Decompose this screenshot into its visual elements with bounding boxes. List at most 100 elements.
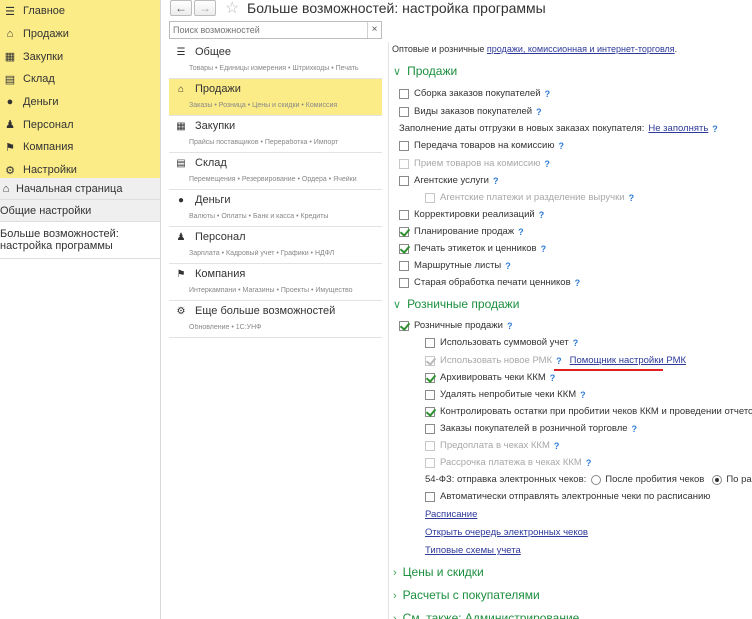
checkbox[interactable] [399, 277, 409, 288]
help-icon[interactable]: ? [558, 141, 564, 151]
checkbox[interactable] [425, 423, 435, 434]
section-company[interactable]: ⚑ Компания Интеркампани • Магазины • Прое… [169, 264, 382, 301]
checkbox[interactable] [399, 175, 409, 186]
checkbox[interactable] [399, 226, 409, 237]
section-purchases[interactable]: ▦ Закупки Прайсы поставщиков • Переработк… [169, 116, 382, 153]
checkbox[interactable] [425, 372, 435, 383]
option-row[interactable]: Корректировки реализаций? [399, 209, 544, 220]
help-icon[interactable]: ? [554, 441, 560, 451]
checkbox[interactable] [425, 491, 435, 502]
checkbox[interactable] [399, 209, 409, 220]
templates-link[interactable]: Типовые схемы учета [425, 545, 521, 556]
nav-item-sales[interactable]: ⌂ Продажи [0, 23, 160, 46]
help-icon[interactable]: ? [507, 321, 513, 331]
option-row[interactable]: Использовать новое РМК? Помощник настройк… [425, 355, 686, 366]
help-icon[interactable]: ? [575, 278, 581, 288]
favorite-star-icon[interactable]: ☆ [225, 0, 239, 18]
option-row[interactable]: Контролировать остатки при пробитии чеко… [425, 406, 752, 417]
help-icon[interactable]: ? [712, 124, 718, 134]
option-row[interactable]: Передача товаров на комиссию? [399, 140, 564, 151]
checkbox[interactable] [399, 106, 409, 117]
option-row[interactable]: Старая обработка печати ценников? [399, 277, 580, 288]
option-row[interactable]: Виды заказов покупателей? [399, 106, 542, 117]
option-row[interactable]: Агентские услуги? [399, 175, 498, 186]
radio-by-schedule[interactable] [712, 474, 723, 485]
nav-general-settings[interactable]: Общие настройки [0, 200, 160, 222]
nav-item-money[interactable]: ● Деньги [0, 91, 160, 114]
checkbox[interactable] [425, 406, 435, 417]
help-icon[interactable]: ? [536, 107, 542, 117]
checkbox[interactable] [399, 158, 409, 169]
option-row[interactable]: Архивировать чеки ККМ? [425, 372, 555, 383]
help-icon[interactable]: ? [573, 338, 579, 348]
help-icon[interactable]: ? [632, 424, 638, 434]
queue-link[interactable]: Открыть очередь электронных чеков [425, 527, 588, 538]
help-icon[interactable]: ? [541, 244, 547, 254]
option-row[interactable]: Прием товаров на комиссию? [399, 158, 550, 169]
section-personnel[interactable]: ♟ Персонал Зарплата • Кадровый учет • Гра… [169, 227, 382, 264]
shipping-date-value[interactable]: Не заполнять [648, 123, 708, 134]
help-icon[interactable]: ? [505, 261, 511, 271]
help-icon[interactable]: ? [586, 458, 592, 468]
help-icon[interactable]: ? [556, 356, 562, 366]
nav-current-page[interactable]: Больше возможностей: настройка программы [0, 222, 160, 259]
checkbox[interactable] [399, 140, 409, 151]
schedule-link[interactable]: Расписание [425, 509, 477, 520]
help-icon[interactable]: ? [550, 373, 556, 383]
nav-item-warehouse[interactable]: ▤ Склад [0, 68, 160, 91]
option-row[interactable]: Предоплата в чеках ККМ? [425, 440, 559, 451]
intro-link[interactable]: продажи, комиссионная и интернет-торговл… [487, 44, 675, 54]
checkbox[interactable] [425, 440, 435, 451]
group-prices[interactable]: › Цены и скидки [393, 565, 484, 579]
option-row[interactable]: Удалять непробитые чеки ККМ? [425, 389, 586, 400]
section-sales[interactable]: ⌂ Продажи Заказы • Розница • Цены и скидк… [169, 79, 382, 116]
nav-item-purchases[interactable]: ▦ Закупки [0, 45, 160, 68]
option-row[interactable]: Агентские платежи и разделение выручки? [425, 192, 634, 203]
group-retail[interactable]: ∨ Розничные продажи [393, 297, 519, 311]
option-row[interactable]: Сборка заказов покупателей? [399, 88, 550, 99]
section-money[interactable]: ● Деньги Валюты • Оплаты • Банк и касса •… [169, 190, 382, 227]
search-input[interactable] [170, 22, 360, 38]
radio-after-print[interactable] [591, 474, 602, 485]
option-row[interactable]: Планирование продаж? [399, 226, 524, 237]
checkbox[interactable] [425, 337, 435, 348]
back-button[interactable]: ← [170, 0, 192, 16]
section-general[interactable]: ☰ Общее Товары • Единицы измерения • Штри… [169, 42, 382, 79]
checkbox[interactable] [425, 389, 435, 400]
help-icon[interactable]: ? [544, 159, 550, 169]
group-admin[interactable]: › См. также: Администрирование [393, 611, 579, 619]
checkbox[interactable] [399, 320, 409, 331]
checkbox[interactable] [425, 192, 435, 203]
nav-home-page[interactable]: ⌂ Начальная страница [0, 178, 160, 200]
group-sales[interactable]: ∨ Продажи [393, 64, 457, 78]
help-icon[interactable]: ? [518, 227, 524, 237]
option-row[interactable]: Автоматически отправлять электронные чек… [425, 491, 710, 502]
checkbox[interactable] [399, 88, 409, 99]
nav-item-main[interactable]: ☰ Главное [0, 0, 160, 23]
group-settlements[interactable]: › Расчеты с покупателями [393, 588, 540, 602]
option-row[interactable]: Рассрочка платежа в чеках ККМ? [425, 457, 591, 468]
option-row[interactable]: Розничные продажи? [399, 320, 512, 331]
option-row[interactable]: Маршрутные листы? [399, 260, 511, 271]
help-icon[interactable]: ? [539, 210, 545, 220]
option-row[interactable]: Печать этикеток и ценников? [399, 243, 546, 254]
clear-search-button[interactable]: × [367, 22, 381, 38]
section-title: Продажи [195, 83, 241, 95]
forward-button[interactable]: → [194, 0, 216, 16]
help-icon[interactable]: ? [545, 89, 551, 99]
rmk-helper-link[interactable]: Помощник настройки РМК [570, 355, 686, 366]
help-icon[interactable]: ? [580, 390, 586, 400]
checkbox[interactable] [425, 355, 435, 366]
help-icon[interactable]: ? [629, 193, 635, 203]
nav-item-personnel[interactable]: ♟ Персонал [0, 113, 160, 136]
group-title: Продажи [407, 64, 458, 78]
checkbox[interactable] [399, 260, 409, 271]
help-icon[interactable]: ? [493, 176, 499, 186]
nav-item-company[interactable]: ⚑ Компания [0, 136, 160, 159]
section-warehouse[interactable]: ▤ Склад Перемещения • Резервирование • Ор… [169, 153, 382, 190]
checkbox[interactable] [425, 457, 435, 468]
checkbox[interactable] [399, 243, 409, 254]
section-more[interactable]: ⚙ Еще больше возможностей Обновление • 1С… [169, 301, 382, 338]
option-row[interactable]: Использовать суммовой учет? [425, 337, 578, 348]
option-row[interactable]: Заказы покупателей в розничной торговле? [425, 423, 637, 434]
